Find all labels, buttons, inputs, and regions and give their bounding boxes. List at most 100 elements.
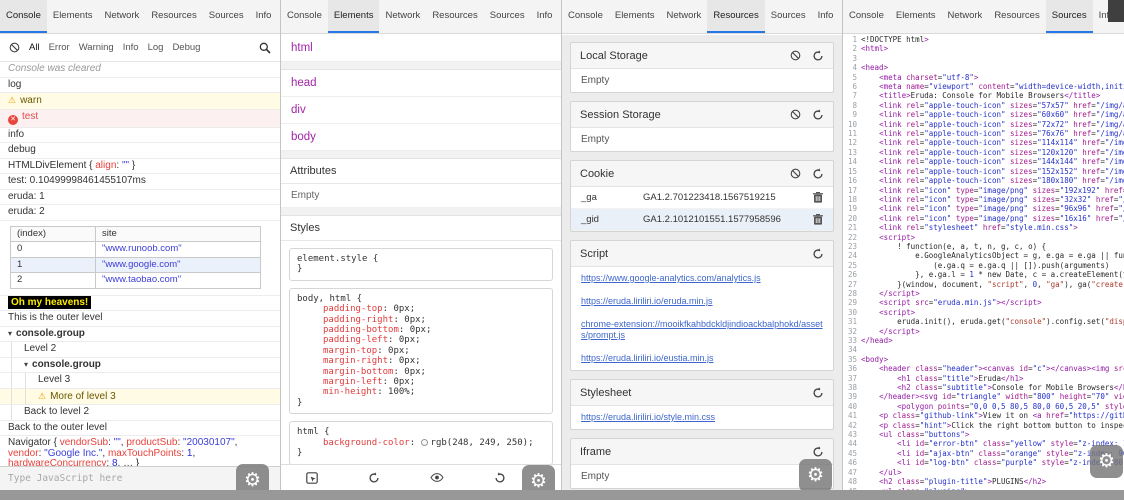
line-number: 24 (843, 251, 861, 260)
line-number: 21 (843, 223, 861, 232)
tab-elements[interactable]: Elements (328, 0, 380, 33)
refresh-icon[interactable] (812, 248, 824, 260)
line-number: 14 (843, 157, 861, 166)
elements-body: htmlheaddivbodyAttributesEmptyStyleselem… (281, 35, 561, 490)
console-row-log: test: 0.10499998461455107ms (0, 174, 280, 190)
resource-link[interactable]: https://eruda.liriliri.io/style.min.css (571, 406, 833, 429)
source-code: e.GoogleAnalyticsObject = g, e.ga = e.ga… (861, 251, 1124, 260)
filter-warning[interactable]: Warning (79, 42, 114, 53)
clear-icon[interactable] (790, 109, 801, 120)
search-icon[interactable] (259, 42, 271, 54)
select-element-icon[interactable] (306, 472, 318, 484)
tab-elements[interactable]: Elements (890, 0, 942, 33)
resource-link[interactable]: https://www.google-analytics.com/analyti… (571, 267, 833, 290)
clear-icon[interactable] (790, 50, 801, 61)
tab-network[interactable]: Network (941, 0, 988, 33)
tab-sources[interactable]: Sources (765, 0, 812, 33)
resource-link[interactable]: chrome-extension://mooikfkahbdckldjindio… (571, 313, 833, 347)
line-number: 30 (843, 308, 861, 317)
filter-log[interactable]: Log (148, 42, 164, 53)
refresh-icon[interactable] (812, 109, 824, 121)
resource-link[interactable]: https://eruda.liriliri.io/eustia.min.js (571, 347, 833, 370)
gear-icon: ⚙ (530, 472, 547, 491)
source-code (861, 345, 1124, 354)
tab-resources[interactable]: Resources (145, 0, 202, 33)
panel-sources: ConsoleElementsNetworkResourcesSourcesIn… (843, 0, 1124, 500)
element-node-html[interactable]: html (281, 35, 561, 62)
tab-network[interactable]: Network (379, 0, 426, 33)
filter-all[interactable]: All (29, 42, 40, 53)
tab-elements[interactable]: Elements (609, 0, 661, 33)
filter-debug[interactable]: Debug (172, 42, 200, 53)
tab-info[interactable]: Info (812, 0, 840, 33)
line-number: 2 (843, 44, 861, 53)
delete-cookie-icon[interactable] (813, 192, 823, 203)
tab-resources[interactable]: Resources (707, 0, 764, 33)
element-node-div[interactable]: div (281, 97, 561, 124)
tab-snippets[interactable]: Snippets (277, 0, 280, 33)
element-node-head[interactable]: head (281, 70, 561, 97)
eruda-settings-button[interactable]: ⚙ (1090, 445, 1123, 478)
refresh-icon[interactable] (812, 387, 824, 399)
tab-console[interactable]: Console (281, 0, 328, 33)
tab-resources[interactable]: Resources (988, 0, 1045, 33)
source-code: <h1 class="title">Eruda</h1> (861, 374, 1124, 383)
tab-console[interactable]: Console (0, 0, 47, 33)
refresh-icon[interactable] (812, 446, 824, 458)
resource-card-actions (812, 446, 824, 458)
line-number: 5 (843, 73, 861, 82)
tab-info[interactable]: Info (250, 0, 278, 33)
tab-sources[interactable]: Sources (484, 0, 531, 33)
console-row-group[interactable]: ▾console.group (0, 327, 280, 343)
source-line: 16 <link rel="apple-touch-icon" sizes="1… (843, 176, 1124, 185)
tab-console[interactable]: Console (562, 0, 609, 33)
refresh-icon[interactable] (368, 472, 380, 484)
source-line: 35<body> (843, 355, 1124, 364)
restore-icon[interactable] (494, 472, 506, 484)
element-node-body[interactable]: body (281, 124, 561, 151)
line-number: 23 (843, 242, 861, 251)
console-log-list: Console was clearedlog⚠warn✕testinfodebu… (0, 62, 280, 466)
warning-icon: ⚠ (8, 95, 16, 105)
style-property: margin-left: 0px; (297, 377, 545, 387)
tab-network[interactable]: Network (660, 0, 707, 33)
tab-resources[interactable]: Resources (426, 0, 483, 33)
delete-cookie-icon[interactable] (813, 214, 823, 225)
style-property-name: margin-bottom (323, 367, 393, 377)
filter-error[interactable]: Error (49, 42, 70, 53)
source-code (861, 54, 1124, 63)
tab-sources[interactable]: Sources (1046, 0, 1093, 33)
tab-console[interactable]: Console (843, 0, 890, 33)
cookie-row: _gidGA1.2.1012101551.1577958596 (571, 209, 833, 231)
line-number: 17 (843, 186, 861, 195)
console-row-group[interactable]: ▾console.group (0, 358, 280, 374)
console-filter-bar: All Error Warning Info Log Debug (0, 34, 280, 62)
refresh-icon[interactable] (812, 168, 824, 180)
tab-snippets[interactable]: Snippets (839, 0, 842, 33)
clear-icon[interactable] (790, 168, 801, 179)
line-number: 42 (843, 421, 861, 430)
resource-link[interactable]: https://eruda.liriliri.io/eruda.min.js (571, 290, 833, 313)
resource-card-header: Cookie (571, 161, 833, 187)
log-segment: , (192, 448, 195, 459)
tab-snippets[interactable]: Snippets (558, 0, 561, 33)
eruda-settings-button[interactable]: ⚙ (799, 459, 832, 492)
resource-card-actions (790, 109, 824, 121)
source-code: </header><svg id="triangle" width="800" … (861, 392, 1124, 401)
clear-console-icon[interactable] (9, 42, 20, 53)
line-number: 19 (843, 204, 861, 213)
log-segment: maxTouchPoints (108, 448, 181, 459)
source-line: 40 <polygon points="0,0 0,5 80,5 80,0 60… (843, 402, 1124, 411)
source-code: ! function(e, a, t, n, g, c, o) { (861, 242, 1124, 251)
tab-sources[interactable]: Sources (203, 0, 250, 33)
resource-card-header: Stylesheet (571, 380, 833, 406)
source-line: 38 <h2 class="subtitle">Console for Mobi… (843, 383, 1124, 392)
tab-network[interactable]: Network (98, 0, 145, 33)
style-property-name: padding-top (323, 304, 383, 314)
tab-elements[interactable]: Elements (47, 0, 99, 33)
filter-info[interactable]: Info (123, 42, 139, 53)
tab-info[interactable]: Info (531, 0, 559, 33)
source-line: 46 <li id="log-btn" class="purple" style… (843, 458, 1124, 467)
refresh-icon[interactable] (812, 50, 824, 62)
toggle-visibility-icon[interactable] (430, 473, 444, 482)
